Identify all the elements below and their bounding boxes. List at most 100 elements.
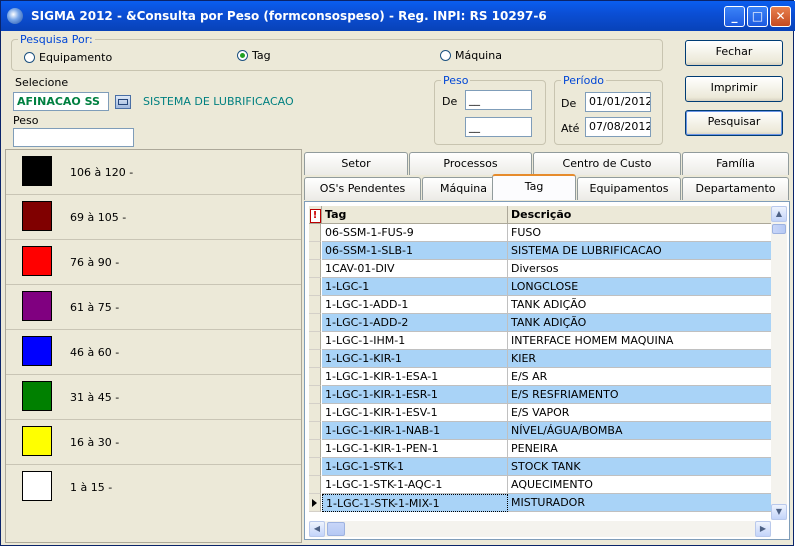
close-button[interactable]: ✕ (770, 6, 791, 27)
row-indicator[interactable] (309, 386, 321, 404)
cell-descricao[interactable]: LONGCLOSE (508, 278, 773, 296)
radio-equipamento[interactable]: Equipamento (24, 51, 112, 64)
table-row[interactable]: 1-LGC-1-KIR-1-ESV-1 E/S VAPOR (309, 404, 773, 422)
scroll-down-button[interactable]: ▼ (771, 504, 787, 520)
periodo-ate-input[interactable]: 07/08/2012 (585, 117, 651, 137)
maximize-button[interactable]: □ (747, 6, 768, 27)
table-row[interactable]: 1-LGC-1-STK-1-AQC-1 AQUECIMENTO (309, 476, 773, 494)
tag-grid[interactable]: ! Tag Descrição 06-SSM-1-FUS-9 FUSO 06-SSM… (304, 201, 790, 540)
row-indicator[interactable] (309, 368, 321, 386)
peso-ate-input[interactable]: __ (465, 117, 532, 137)
radio-maquina[interactable]: Máquina (440, 49, 502, 62)
imprimir-button[interactable]: Imprimir (685, 76, 783, 102)
row-indicator[interactable] (309, 260, 321, 278)
table-row[interactable]: 1CAV-01-DIV Diversos (309, 260, 773, 278)
cell-descricao[interactable]: E/S RESFRIAMENTO (508, 386, 773, 404)
cell-descricao[interactable]: STOCK TANK (508, 458, 773, 476)
cell-descricao[interactable]: PENEIRA (508, 440, 773, 458)
tab-centro-de-custo[interactable]: Centro de Custo (533, 152, 681, 175)
cell-descricao[interactable]: AQUECIMENTO (508, 476, 773, 494)
selecione-input[interactable]: AFINACAO SS (13, 92, 109, 111)
pesquisar-button[interactable]: Pesquisar (685, 110, 783, 136)
tab-setor[interactable]: Setor (304, 152, 408, 175)
radio-tag[interactable]: Tag (237, 49, 271, 62)
table-row[interactable]: 1-LGC-1-KIR-1-ESA-1 E/S AR (309, 368, 773, 386)
table-row[interactable]: 1-LGC-1-KIR-1-PEN-1 PENEIRA (309, 440, 773, 458)
title-bar[interactable]: SIGMA 2012 - &Consulta por Peso (formcon… (1, 1, 795, 31)
cell-descricao[interactable]: TANK ADIÇÃO (508, 314, 773, 332)
grid-header-descricao[interactable]: Descrição (508, 206, 773, 224)
row-indicator[interactable] (309, 476, 321, 494)
cell-descricao[interactable]: E/S VAPOR (508, 404, 773, 422)
radio-tag-indicator[interactable] (237, 50, 248, 61)
cell-tag[interactable]: 1-LGC-1-STK-1 (322, 458, 508, 476)
cell-tag[interactable]: 1-LGC-1-ADD-1 (322, 296, 508, 314)
hscroll-thumb[interactable] (327, 522, 345, 536)
row-indicator[interactable] (309, 278, 321, 296)
tab-familia[interactable]: Família (682, 152, 789, 175)
peso-input[interactable] (13, 128, 134, 147)
scroll-right-button[interactable]: ▶ (755, 521, 771, 537)
table-row[interactable]: 1-LGC-1 LONGCLOSE (309, 278, 773, 296)
row-indicator[interactable] (309, 242, 321, 260)
cell-descricao[interactable]: FUSO (508, 224, 773, 242)
row-indicator[interactable] (309, 332, 321, 350)
row-indicator[interactable] (309, 494, 321, 512)
table-row[interactable]: 1-LGC-1-IHM-1 INTERFACE HOMEM MAQUINA (309, 332, 773, 350)
row-indicator[interactable] (309, 422, 321, 440)
app-icon[interactable] (7, 8, 23, 24)
cell-descricao[interactable]: MISTURADOR (508, 494, 773, 512)
cell-tag[interactable]: 1-LGC-1 (322, 278, 508, 296)
tab-departamento[interactable]: Departamento (682, 177, 789, 200)
table-row[interactable]: 06-SSM-1-SLB-1 SISTEMA DE LUBRIFICACAO (309, 242, 773, 260)
cell-tag[interactable]: 06-SSM-1-FUS-9 (322, 224, 508, 242)
peso-de-input[interactable]: __ (465, 90, 532, 110)
cell-tag[interactable]: 1-LGC-1-IHM-1 (322, 332, 508, 350)
row-indicator[interactable] (309, 458, 321, 476)
row-indicator[interactable] (309, 440, 321, 458)
cell-descricao[interactable]: KIER (508, 350, 773, 368)
cell-descricao[interactable]: TANK ADIÇÃO (508, 296, 773, 314)
cell-tag[interactable]: 1CAV-01-DIV (322, 260, 508, 278)
cell-descricao[interactable]: Diversos (508, 260, 773, 278)
radio-maquina-indicator[interactable] (440, 50, 451, 61)
scroll-thumb[interactable] (772, 224, 786, 234)
cell-descricao[interactable]: SISTEMA DE LUBRIFICACAO (508, 242, 773, 260)
tab-tag[interactable]: Tag (492, 174, 576, 200)
cell-tag[interactable]: 1-LGC-1-KIR-1-ESA-1 (322, 368, 508, 386)
fechar-button[interactable]: Fechar (685, 40, 783, 66)
minimize-button[interactable]: _ (724, 6, 745, 27)
lookup-icon[interactable] (115, 95, 131, 109)
cell-descricao[interactable]: INTERFACE HOMEM MAQUINA (508, 332, 773, 350)
row-indicator[interactable] (309, 404, 321, 422)
cell-tag[interactable]: 1-LGC-1-KIR-1 (322, 350, 508, 368)
vertical-scrollbar[interactable]: ▲ ▼ (771, 206, 787, 520)
cell-tag[interactable]: 1-LGC-1-STK-1-MIX-1 (322, 494, 508, 512)
cell-tag[interactable]: 1-LGC-1-KIR-1-ESR-1 (322, 386, 508, 404)
row-indicator[interactable] (309, 350, 321, 368)
cell-descricao[interactable]: E/S AR (508, 368, 773, 386)
tab-equipamentos[interactable]: Equipamentos (577, 177, 681, 200)
tab-processos[interactable]: Processos (409, 152, 532, 175)
table-row[interactable]: 1-LGC-1-ADD-1 TANK ADIÇÃO (309, 296, 773, 314)
row-indicator[interactable] (309, 224, 321, 242)
cell-descricao[interactable]: NÍVEL/ÁGUA/BOMBA (508, 422, 773, 440)
table-row[interactable]: 1-LGC-1-ADD-2 TANK ADIÇÃO (309, 314, 773, 332)
scroll-left-button[interactable]: ◀ (309, 521, 325, 537)
table-row[interactable]: 06-SSM-1-FUS-9 FUSO (309, 224, 773, 242)
tab-os-pendentes[interactable]: OS's Pendentes (304, 177, 421, 200)
table-row[interactable]: 1-LGC-1-KIR-1 KIER (309, 350, 773, 368)
cell-tag[interactable]: 1-LGC-1-STK-1-AQC-1 (322, 476, 508, 494)
cell-tag[interactable]: 1-LGC-1-KIR-1-PEN-1 (322, 440, 508, 458)
table-row[interactable]: 1-LGC-1-STK-1 STOCK TANK (309, 458, 773, 476)
cell-tag[interactable]: 06-SSM-1-SLB-1 (322, 242, 508, 260)
cell-tag[interactable]: 1-LGC-1-KIR-1-ESV-1 (322, 404, 508, 422)
table-row[interactable]: 1-LGC-1-STK-1-MIX-1 MISTURADOR (309, 494, 773, 512)
grid-header-tag[interactable]: Tag (322, 206, 508, 224)
periodo-de-input[interactable]: 01/01/2012 (585, 92, 651, 112)
row-indicator[interactable] (309, 296, 321, 314)
radio-equipamento-indicator[interactable] (24, 52, 35, 63)
cell-tag[interactable]: 1-LGC-1-ADD-2 (322, 314, 508, 332)
table-row[interactable]: 1-LGC-1-KIR-1-NAB-1 NÍVEL/ÁGUA/BOMBA (309, 422, 773, 440)
scroll-up-button[interactable]: ▲ (771, 206, 787, 222)
